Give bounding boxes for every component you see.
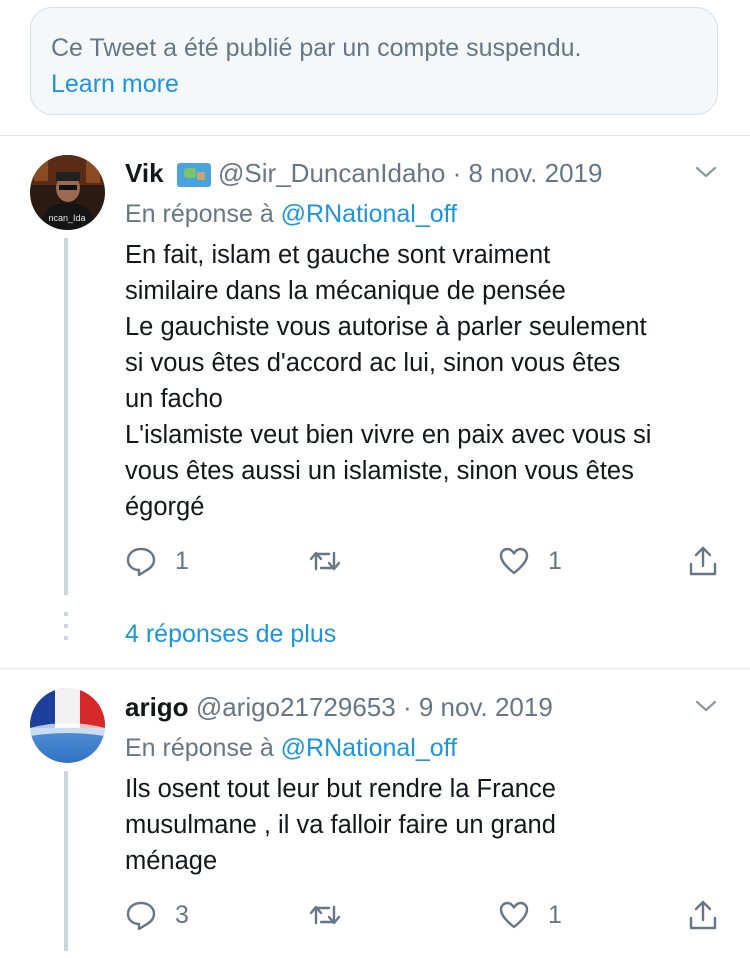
share-button[interactable] [687,897,719,933]
reply-count: 1 [175,546,189,575]
tweet-header: Vik @Sir_DuncanIdaho · 8 nov. 2019 [125,155,602,191]
retweet-button[interactable] [309,897,359,933]
share-button[interactable] [687,543,719,579]
more-replies-link[interactable]: 4 réponses de plus [125,616,336,652]
like-button[interactable]: 1 [498,543,562,579]
map-emoji-icon [176,163,211,188]
tweet-actions: 3 1 [125,897,725,933]
retweet-button[interactable] [309,543,359,579]
chevron-down-icon[interactable] [694,160,718,184]
tweet-text: Ils osent tout leur but rendre la France… [125,775,556,875]
divider [0,135,750,136]
suspended-notice: Ce Tweet a été publié par un compte susp… [30,7,718,115]
reply-prefix: En réponse à [125,734,274,762]
reply-button[interactable]: 1 [125,543,189,579]
divider [0,668,750,669]
share-icon [689,546,717,576]
separator-dot: · [452,158,462,188]
tweet-header: arigo @arigo21729653 · 9 nov. 2019 [125,689,553,725]
tweet-date[interactable]: 9 nov. 2019 [419,692,553,722]
tweet-date[interactable]: 8 nov. 2019 [468,158,602,188]
avatar-image [30,688,105,763]
like-count: 1 [548,900,562,929]
heart-icon [499,547,529,575]
author-handle[interactable]: @arigo21729653 [196,692,396,722]
suspended-text: Ce Tweet a été publié par un compte susp… [51,34,582,62]
reply-mention-link[interactable]: @RNational_off [281,200,457,228]
more-replies-dots [64,612,68,648]
separator-dot: · [402,692,412,722]
reply-button[interactable]: 3 [125,897,189,933]
reply-mention-link[interactable]: @RNational_off [281,734,457,762]
reply-icon [126,901,156,931]
learn-more-link[interactable]: Learn more [51,66,697,102]
avatar[interactable] [30,688,105,763]
avatar[interactable]: ncan_Ida [30,155,105,230]
like-button[interactable]: 1 [498,897,562,933]
reply-prefix: En réponse à [125,200,274,228]
thread-line [64,238,68,595]
like-count: 1 [548,546,562,575]
author-handle[interactable]: @Sir_DuncanIdaho [218,158,445,188]
tweet-text: En fait, islam et gauche sont vraiment s… [125,241,652,521]
reply-icon [126,547,156,577]
author-name[interactable]: arigo [125,692,189,722]
reply-context: En réponse à @RNational_off [125,196,457,232]
tweet-actions: 1 1 [125,543,725,579]
retweet-icon [309,905,341,925]
share-icon [689,900,717,930]
avatar-image: ncan_Ida [30,155,105,230]
author-name[interactable]: Vik [125,158,164,188]
avatar-caption: ncan_Ida [48,213,85,223]
reply-count: 3 [175,900,189,929]
chevron-down-icon[interactable] [694,694,718,718]
reply-context: En réponse à @RNational_off [125,730,457,766]
retweet-icon [309,551,341,571]
thread-line [64,771,68,951]
heart-icon [499,901,529,929]
